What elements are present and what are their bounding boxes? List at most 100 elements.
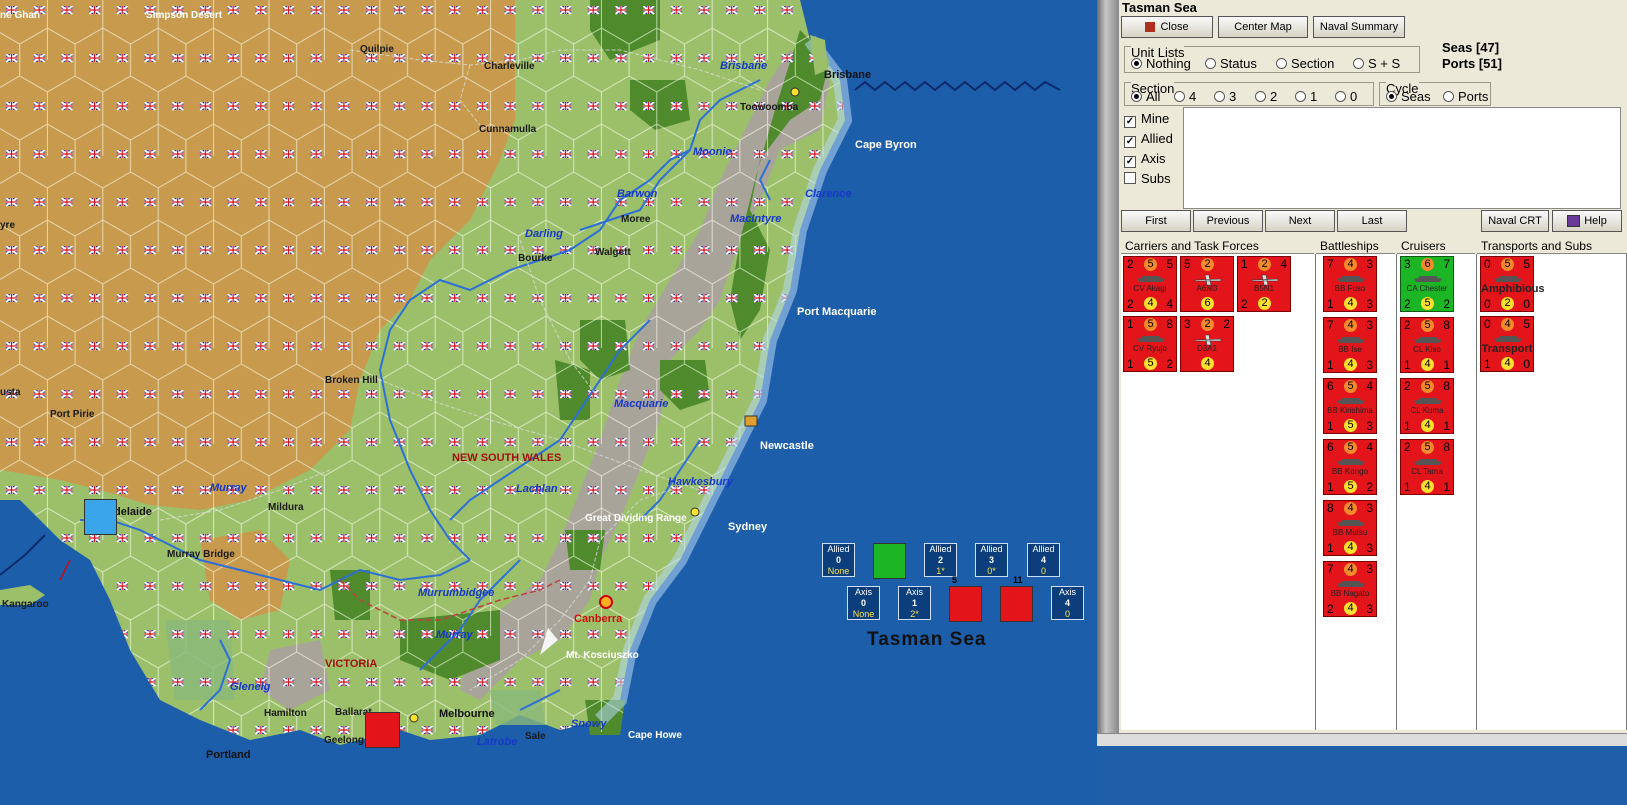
radio-label: All (1146, 89, 1161, 104)
map-label-canberra[interactable]: Canberra (574, 613, 622, 625)
previous-button[interactable]: Previous (1193, 210, 1263, 232)
section-radio-0[interactable]: 0 (1335, 89, 1357, 104)
map-unit-stack-axis-2[interactable]: 5 (949, 575, 982, 622)
stack-count: 11 (1013, 575, 1023, 585)
sea-box-label: Allied (827, 544, 850, 554)
unit-bottom-right-value: 4 (1166, 297, 1173, 311)
map-label-newcastle[interactable]: Newcastle (760, 440, 814, 452)
section-radio-2[interactable]: 2 (1255, 89, 1277, 104)
sea-box-allied-4[interactable]: Allied 4 0 (1027, 543, 1060, 577)
river-label-hawkesbury: Hawkesbury (668, 476, 733, 488)
unit-counter[interactable]: 0 5 5 Amphibious 0 2 0 (1480, 256, 1545, 312)
game-map[interactable]: Simpson Desert Quilpie Charleville Cunna… (0, 0, 1097, 805)
close-button[interactable]: Close (1121, 16, 1213, 38)
unit-top-center-value: 4 (1344, 258, 1357, 271)
unit-bottom-left-value: 1 (1404, 480, 1411, 494)
map-label-cape-howe: Cape Howe (628, 730, 682, 741)
close-icon (1145, 22, 1156, 32)
sea-box-value: 2 (937, 555, 943, 565)
unit-counter[interactable]: 3 2 2 D3A1 4 (1180, 316, 1234, 372)
sea-box-label: Allied (1032, 544, 1055, 554)
river-label-murray-east: Murray (436, 629, 473, 641)
unit-bottom-center-value: 2 (1501, 297, 1514, 310)
radio-label: Status (1220, 56, 1257, 71)
sea-area-panel: Tasman Sea Close Center Map Naval Summar… (1119, 0, 1627, 745)
map-unit-ca-chester[interactable] (873, 543, 906, 579)
unit-counter[interactable]: 8 4 3 BB Mutsu 1 4 3 (1323, 500, 1377, 556)
section-radio-1[interactable]: 1 (1295, 89, 1317, 104)
sea-box-allied-0[interactable]: Allied 0 None (822, 543, 855, 577)
checkbox-label: Subs (1141, 171, 1171, 186)
sea-box-allied-3[interactable]: Allied 3 0* (975, 543, 1008, 577)
cycle-radio-seas[interactable]: Seas (1386, 89, 1431, 104)
map-unit-adelaide-naval[interactable] (84, 499, 117, 535)
unit-bottom-left-value: 1 (1327, 541, 1334, 555)
last-button[interactable]: Last (1337, 210, 1407, 232)
filter-mine-checkbox[interactable]: ✓ Mine (1124, 111, 1169, 128)
filter-subs-checkbox[interactable]: Subs (1124, 171, 1171, 186)
unit-bottom-left-value: 1 (1327, 297, 1334, 311)
unit-counter[interactable]: 5 2 A6M3 6 (1180, 256, 1234, 312)
next-button[interactable]: Next (1265, 210, 1335, 232)
unit-top-right-value: 4 (1366, 379, 1373, 393)
sea-box-sub: 0* (987, 566, 996, 576)
river-label-glenelg: Glenelg (230, 681, 271, 693)
sea-box-axis-0[interactable]: Axis 0 None (847, 586, 880, 620)
filter-allied-checkbox[interactable]: ✓ Allied (1124, 131, 1173, 148)
unit-counter[interactable]: 7 4 3 BB Fuso 1 4 3 (1323, 256, 1377, 312)
unit-counter[interactable]: 6 5 4 BB Kongo 1 5 2 (1323, 439, 1377, 495)
first-button[interactable]: First (1121, 210, 1191, 232)
unit-counter[interactable]: 2 5 8 CL Tama 1 4 1 (1400, 439, 1454, 495)
section-radio-4[interactable]: 4 (1174, 89, 1196, 104)
unit-counter[interactable]: 2 5 8 CL Kiso 1 4 1 (1400, 317, 1454, 373)
unit-counter[interactable]: 2 5 8 CL Kuma 1 4 1 (1400, 378, 1454, 434)
unit-list-box[interactable] (1183, 107, 1621, 209)
center-map-button[interactable]: Center Map (1218, 16, 1308, 38)
panel-splitter[interactable] (1097, 0, 1119, 745)
unit-counter[interactable]: 1 2 4 B5N1 2 2 (1237, 256, 1291, 312)
panel-scrollbar[interactable] (1097, 733, 1627, 746)
column-header-carriers: Carriers and Task Forces (1121, 238, 1314, 254)
section-radio-3[interactable]: 3 (1214, 89, 1236, 104)
unit-top-right-value: 3 (1366, 257, 1373, 271)
region-label-nsw: NEW SOUTH WALES (452, 452, 562, 464)
unit-counter[interactable]: 0 4 5 Transport 1 4 0 (1480, 316, 1534, 372)
unit-top-right-value: 2 (1223, 317, 1230, 331)
unit-counter[interactable]: 7 4 3 BB Nagato 2 4 3 (1323, 561, 1377, 617)
region-label-victoria: VICTORIA (325, 658, 378, 670)
map-label-eyre: yre (0, 220, 16, 231)
unit-top-center-value: 5 (1344, 380, 1357, 393)
unit-list-radio-section[interactable]: Section (1276, 56, 1334, 71)
filter-axis-checkbox[interactable]: ✓ Axis (1124, 151, 1166, 168)
map-label-brisbane[interactable]: Brisbane (824, 69, 871, 81)
unit-bottom-right-value: 2 (1366, 480, 1373, 494)
map-label-melbourne[interactable]: Melbourne (439, 708, 495, 720)
unit-counter[interactable]: 2 5 5 CV Akagi 2 4 4 (1123, 256, 1177, 312)
cycle-radio-ports[interactable]: Ports (1443, 89, 1488, 104)
section-radio-all[interactable]: All (1131, 89, 1160, 104)
unit-bottom-left-value: 1 (1327, 480, 1334, 494)
map-terrain[interactable] (0, 0, 1097, 805)
sea-box-axis-4[interactable]: Axis 4 0 (1051, 586, 1084, 620)
map-unit-stack-axis-3[interactable]: 11 (1000, 575, 1033, 622)
unit-counter[interactable]: 3 6 7 CA Chester 2 5 2 (1400, 256, 1454, 312)
naval-crt-button[interactable]: Naval CRT (1481, 210, 1549, 232)
unit-list-radio-status[interactable]: Status (1205, 56, 1257, 71)
unit-list-radio-s-s[interactable]: S + S (1353, 56, 1400, 71)
unit-top-left-value: 1 (1127, 317, 1134, 331)
map-unit-melbourne-hq[interactable] (365, 712, 400, 748)
help-button[interactable]: Help (1552, 210, 1622, 232)
unit-counter[interactable]: 7 4 3 BB Ise 1 4 3 (1323, 317, 1377, 373)
unit-counter[interactable]: 1 5 8 CV Ryujo 1 5 2 (1123, 316, 1177, 372)
map-label-sydney[interactable]: Sydney (728, 521, 767, 533)
map-label-hamilton: Hamilton (264, 708, 307, 719)
sea-box-axis-1[interactable]: Axis 1 2* (898, 586, 931, 620)
sea-box-allied-2[interactable]: Allied 2 1* (924, 543, 957, 577)
unit-counter[interactable]: 6 5 4 BB Kirishima 1 5 3 (1323, 378, 1377, 434)
help-button-label: Help (1584, 215, 1607, 227)
unit-bottom-center-value: 5 (1344, 419, 1357, 432)
unit-list-radio-nothing[interactable]: Nothing (1131, 56, 1191, 71)
seas-count: Seas [47] (1442, 40, 1500, 55)
naval-summary-button[interactable]: Naval Summary (1313, 16, 1405, 38)
unit-bottom-left-value: 2 (1404, 297, 1411, 311)
